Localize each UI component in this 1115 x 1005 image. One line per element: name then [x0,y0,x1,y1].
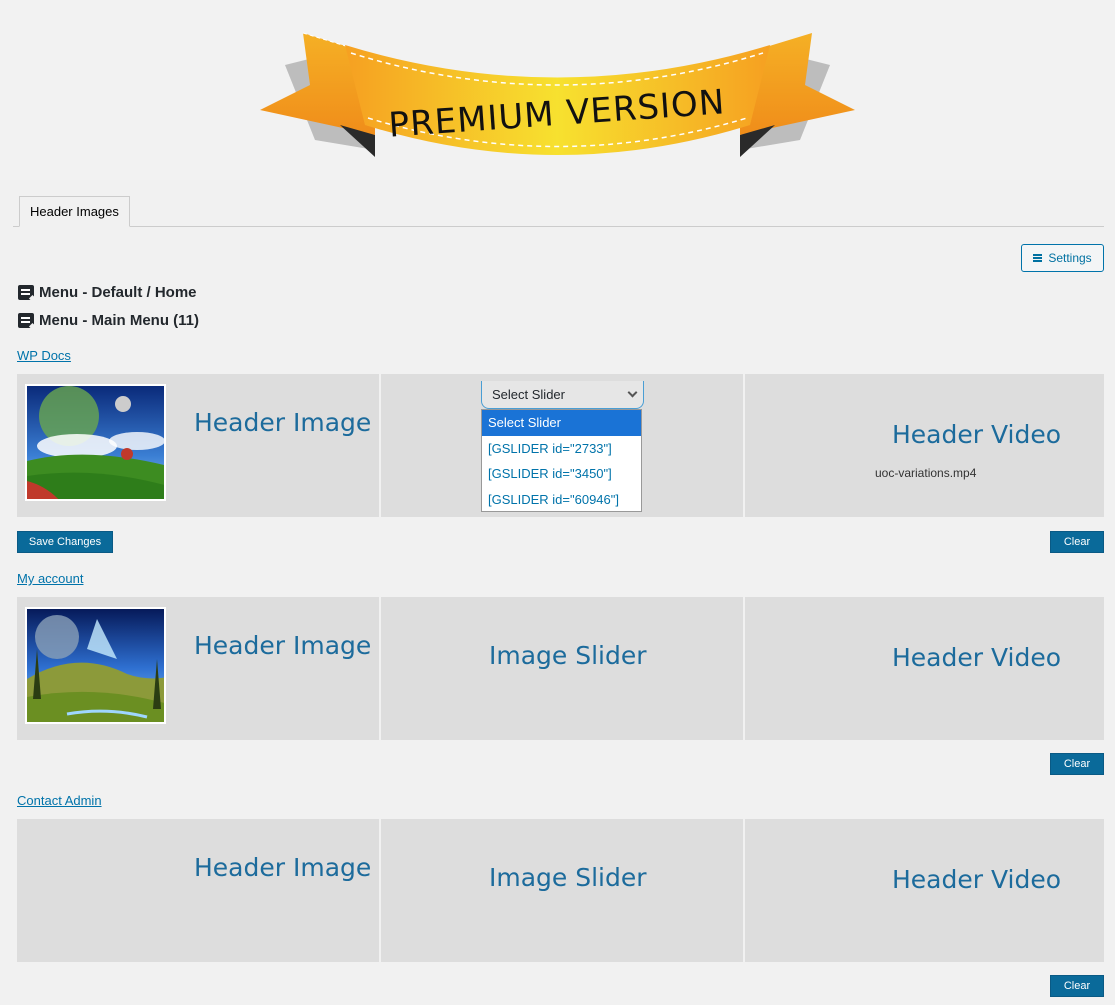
clear-button[interactable]: Clear [1050,753,1104,775]
image-slider-cell[interactable]: Image Slider [381,819,743,962]
header-image-cell[interactable]: Header Image [17,374,379,517]
ribbon-graphic: PREMIUM VERSION [260,32,855,157]
header-video-label: Header Video [892,865,1062,894]
image-slider-cell: Select Slider Select Slider [GSLIDER id=… [381,374,743,517]
hamburger-icon [1033,254,1043,262]
menu-heading-main: Menu - Main Menu (11) [18,312,199,329]
image-slider-label: Image Slider [489,641,647,670]
page-link-contact-admin[interactable]: Contact Admin [17,793,102,808]
tab-header-images[interactable]: Header Images [19,196,130,227]
header-video-label: Header Video [892,643,1062,672]
video-filename: uoc-variations.mp4 [875,466,977,480]
menu-heading-label: Menu - Default / Home [39,284,197,301]
section-row-wp-docs: Header Image Select Slider Select Slider… [17,374,1104,517]
slider-option[interactable]: Select Slider [482,410,641,436]
page-link-wp-docs[interactable]: WP Docs [17,348,71,363]
clear-button[interactable]: Clear [1050,531,1104,553]
header-image-thumbnail[interactable] [25,607,166,724]
menu-heading-label: Menu - Main Menu (11) [39,312,200,329]
save-changes-button[interactable]: Save Changes [17,531,113,553]
header-image-cell[interactable]: Header Image [17,819,379,962]
settings-button[interactable]: Settings [1021,244,1104,272]
header-image-cell[interactable]: Header Image [17,597,379,740]
header-image-thumbnail[interactable] [25,384,166,501]
slider-option[interactable]: [GSLIDER id="3450"] [482,461,641,487]
section-row-contact-admin: Header Image Image Slider Header Video [17,819,1104,962]
header-video-cell[interactable]: Header Video [745,819,1104,962]
slider-dropdown: Select Slider [GSLIDER id="2733"] [GSLID… [481,409,642,512]
premium-banner: PREMIUM VERSION [0,0,1115,180]
slider-option[interactable]: [GSLIDER id="60946"] [482,487,641,513]
menu-icon [18,285,34,300]
slider-select-value: Select Slider [492,387,565,402]
slider-option[interactable]: [GSLIDER id="2733"] [482,436,641,462]
clear-button[interactable]: Clear [1050,975,1104,997]
settings-label: Settings [1048,251,1092,265]
menu-icon [18,313,34,328]
menu-heading-default: Menu - Default / Home [18,284,197,301]
section-row-my-account: Header Image Image Slider Header Video [17,597,1104,740]
header-image-label: Header Image [194,408,372,437]
header-image-label: Header Image [194,631,372,660]
header-video-label: Header Video [892,420,1062,449]
header-video-cell[interactable]: Header Video uoc-variations.mp4 [745,374,1104,517]
header-image-label: Header Image [194,853,372,882]
image-slider-cell[interactable]: Image Slider [381,597,743,740]
chevron-down-icon [627,387,638,398]
page-link-my-account[interactable]: My account [17,571,83,586]
slider-select[interactable]: Select Slider [481,381,644,409]
header-video-cell[interactable]: Header Video [745,597,1104,740]
image-slider-label: Image Slider [489,863,647,892]
tab-bar: Header Images [13,196,1104,227]
